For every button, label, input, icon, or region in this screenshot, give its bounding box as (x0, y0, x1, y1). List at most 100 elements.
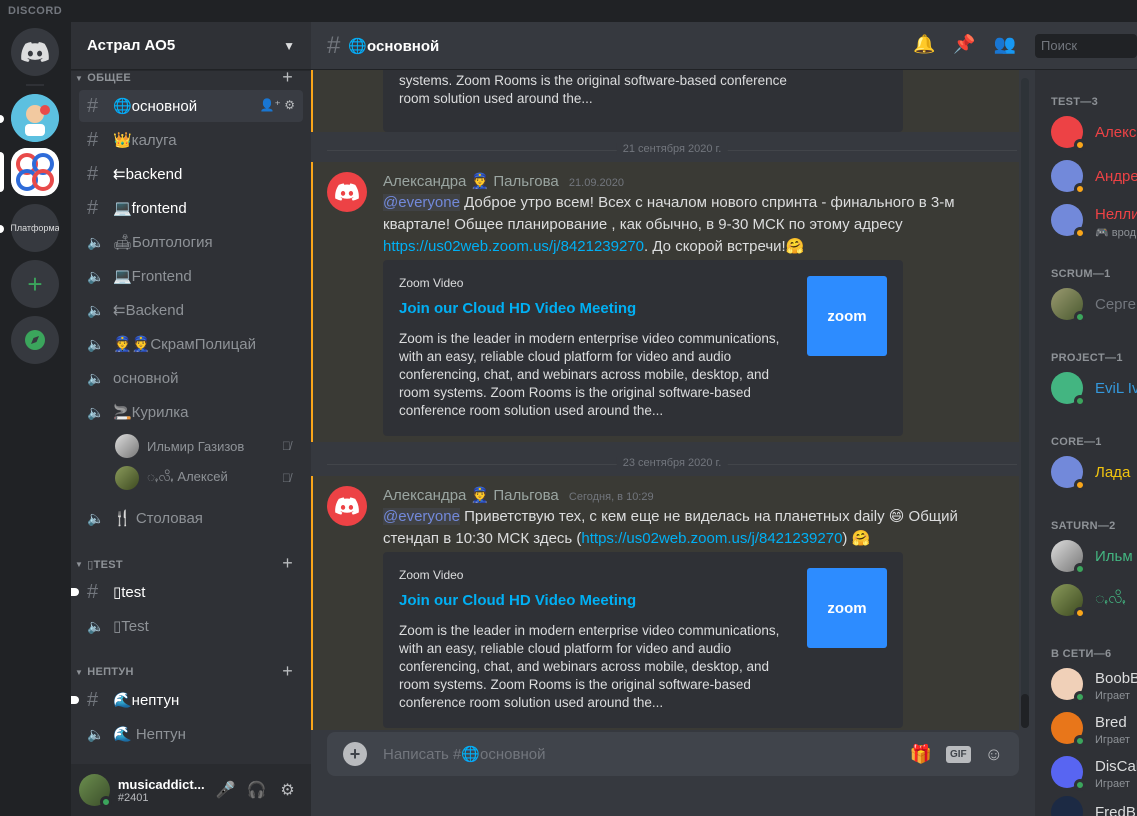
voice-channel-backend[interactable]: 🔈 ⇇Backend (79, 294, 303, 326)
member-item[interactable]: EviL Iv (1051, 366, 1137, 410)
member-item[interactable]: Bred Играет (1051, 706, 1137, 750)
guild-header[interactable]: Астрал АО5 ▼ (71, 22, 311, 70)
embed-thumbnail[interactable]: zoom (807, 276, 887, 356)
member-item[interactable]: Нелли 🎮 врод (1051, 198, 1137, 242)
member-item[interactable]: Алекс (1051, 110, 1137, 154)
channel-label: основной (113, 369, 179, 387)
explore-servers-button[interactable] (11, 316, 59, 364)
voice-channel-scrum-police[interactable]: 🔈 👮👮СкрамПолицай (79, 328, 303, 360)
embed-title-link[interactable]: Join our Cloud HD Video Meeting (399, 592, 636, 609)
voice-user[interactable]: Ильмир Газизов 🎙̸ (115, 432, 303, 460)
voice-channel-boltologiya[interactable]: 🔈 🛋Болтология (79, 226, 303, 258)
status-online-indicator (1074, 691, 1086, 703)
channel-label: 🌐основной (113, 98, 198, 115)
gear-icon[interactable]: ⚙ (284, 98, 295, 112)
member-item[interactable]: FredB (1051, 790, 1137, 816)
voice-channel-kurilka[interactable]: 🔈 🚬Курилка (79, 396, 303, 428)
voice-user[interactable]: ꩻလိꩻ Алексей 🎙̸ (115, 464, 303, 492)
member-item[interactable]: DisCal Играет (1051, 750, 1137, 794)
channel-osnovnoy[interactable]: # 🌐основной 👤⁺ ⚙ (79, 90, 303, 122)
channel-label: 💻frontend (113, 200, 187, 217)
channel-kaluga[interactable]: # 👑калуга (79, 124, 303, 156)
member-name: ꩻလိꩻ (1095, 590, 1126, 607)
message-author[interactable]: Александра 👮 Пальгова (383, 173, 559, 190)
category-neptun[interactable]: ▼ НЕПТУН + (71, 662, 311, 682)
search-input[interactable]: Поиск (1035, 34, 1137, 58)
user-info[interactable]: musicaddict... #2401 (118, 777, 211, 804)
channel-neptun[interactable]: # 🌊нептун (71, 684, 303, 716)
avatar[interactable] (327, 486, 367, 526)
gif-button[interactable]: GIF (945, 745, 971, 763)
member-item[interactable]: Ильм (1051, 534, 1137, 578)
mention[interactable]: @everyone (383, 508, 460, 525)
member-name: Bred (1095, 713, 1127, 731)
avatar (115, 434, 139, 458)
add-channel-icon[interactable]: + (282, 662, 293, 680)
embed-description: Zoom is the leader in modern enterprise … (399, 623, 780, 710)
gear-icon[interactable]: ⚙ (272, 780, 303, 800)
voice-channel-frontend[interactable]: 🔈 💻Frontend (79, 260, 303, 292)
member-item[interactable]: Андре (1051, 154, 1137, 198)
avatar (1051, 756, 1086, 791)
category-test[interactable]: ▼ ▯TEST + (71, 554, 311, 574)
message-input[interactable]: Написать #🌐основной (383, 745, 896, 763)
embed-title-link[interactable]: Join our Cloud HD Video Meeting (399, 300, 636, 317)
voice-channel-test[interactable]: 🔈 ▯Test (79, 610, 303, 642)
channel-title: 🌐основной (348, 37, 440, 55)
speaker-icon: 🔈 (87, 403, 105, 420)
microphone-icon[interactable]: 🎤 (210, 780, 241, 800)
channel-label: ⇇backend (113, 166, 183, 183)
server-platform[interactable]: Платформа (11, 204, 59, 252)
voice-channel-stolovaya[interactable]: 🔈 🍴 Столовая (79, 502, 303, 534)
scrollbar-thumb[interactable] (1021, 694, 1029, 728)
gift-icon[interactable]: 🎁 (910, 744, 932, 765)
avatar (1051, 540, 1086, 575)
scrollbar-track[interactable] (1021, 78, 1029, 728)
member-group-label: SATURN—2 (1051, 520, 1116, 532)
member-item[interactable]: Лада (1051, 450, 1137, 494)
bell-icon[interactable]: 🔔 (913, 34, 935, 55)
message-content: @everyone Доброе утро всем! Всех с начал… (383, 192, 983, 258)
status-online-indicator (99, 796, 112, 808)
voice-channel-osnovnoy[interactable]: 🔈 основной (79, 362, 303, 394)
avatar[interactable] (79, 774, 112, 808)
avatar (1051, 584, 1086, 619)
zoom-logo: zoom (827, 599, 867, 617)
member-activity: Играет (1095, 690, 1130, 702)
pin-icon[interactable]: 📌 (953, 34, 975, 55)
channel-frontend[interactable]: # 💻frontend (79, 192, 303, 224)
member-item[interactable]: BoobB Играет (1051, 662, 1137, 706)
member-item[interactable]: Серге (1051, 282, 1137, 326)
home-button[interactable] (11, 28, 59, 76)
message-timestamp: 21.09.2020 (568, 177, 624, 189)
category-general[interactable]: ▼ ОБЩЕЕ + (71, 70, 311, 88)
member-name: Ильм (1095, 547, 1133, 565)
server-icon-1[interactable] (11, 94, 59, 142)
channel-label: ⇇Backend (113, 302, 184, 319)
hash-icon: # (87, 94, 99, 117)
hash-icon: # (87, 688, 99, 711)
add-server-button[interactable]: + (11, 260, 59, 308)
emoji-icon[interactable]: ☺ (985, 744, 1003, 765)
member-item[interactable]: ꩻလိꩻ (1051, 578, 1137, 622)
message-link[interactable]: https://us02web.zoom.us/j/8421239270 (581, 530, 842, 547)
mention[interactable]: @everyone (383, 194, 460, 211)
add-channel-icon[interactable]: + (282, 554, 293, 572)
attach-plus-icon[interactable]: + (343, 742, 367, 766)
members-icon[interactable]: 👥 (994, 34, 1016, 55)
headphones-icon[interactable]: 🎧 (241, 780, 272, 800)
channel-backend[interactable]: # ⇇backend (79, 158, 303, 190)
server-astral[interactable] (11, 148, 59, 196)
message-author[interactable]: Александра 👮 Пальгова (383, 487, 559, 504)
channel-label: 🛋Болтология (113, 234, 213, 251)
voice-channel-neptun[interactable]: 🔈 🌊 Нептун (79, 718, 303, 750)
voice-user-name: Ильмир Газизов (147, 438, 245, 454)
message-link[interactable]: https://us02web.zoom.us/j/8421239270 (383, 238, 644, 255)
avatar[interactable] (327, 172, 367, 212)
compass-icon (25, 330, 45, 350)
message-text: Доброе утро всем! Всех с началом нового … (383, 194, 955, 233)
channel-test[interactable]: # ▯test (71, 576, 303, 608)
invite-icon[interactable]: 👤⁺ (260, 98, 281, 112)
embed-thumbnail[interactable]: zoom (807, 568, 887, 648)
add-channel-icon[interactable]: + (282, 70, 293, 86)
